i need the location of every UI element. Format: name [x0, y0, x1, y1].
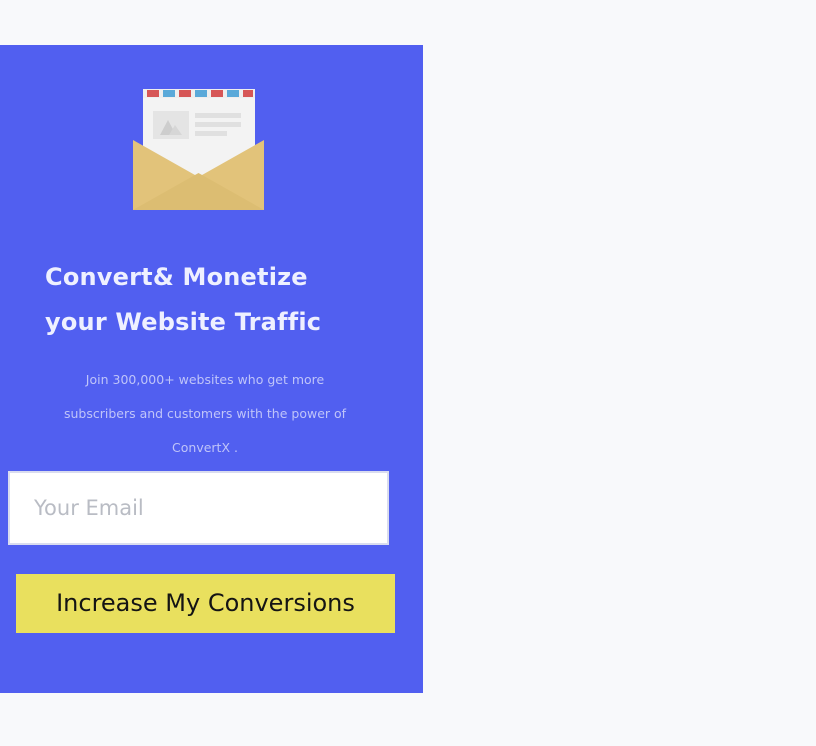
increase-conversions-button[interactable]: Increase My Conversions [16, 574, 395, 633]
description-text: Join 300,000+ websites who get more subs… [63, 372, 347, 455]
headline: Convert& Monetize your Website Traffic [45, 255, 321, 345]
optin-panel: Convert& Monetize your Website Traffic J… [0, 45, 423, 693]
headline-line-1: Convert& Monetize [45, 263, 308, 291]
email-field-container [8, 471, 389, 545]
headline-line-2: your Website Traffic [45, 308, 322, 336]
open-envelope-icon [133, 89, 264, 210]
email-input[interactable] [10, 473, 387, 543]
